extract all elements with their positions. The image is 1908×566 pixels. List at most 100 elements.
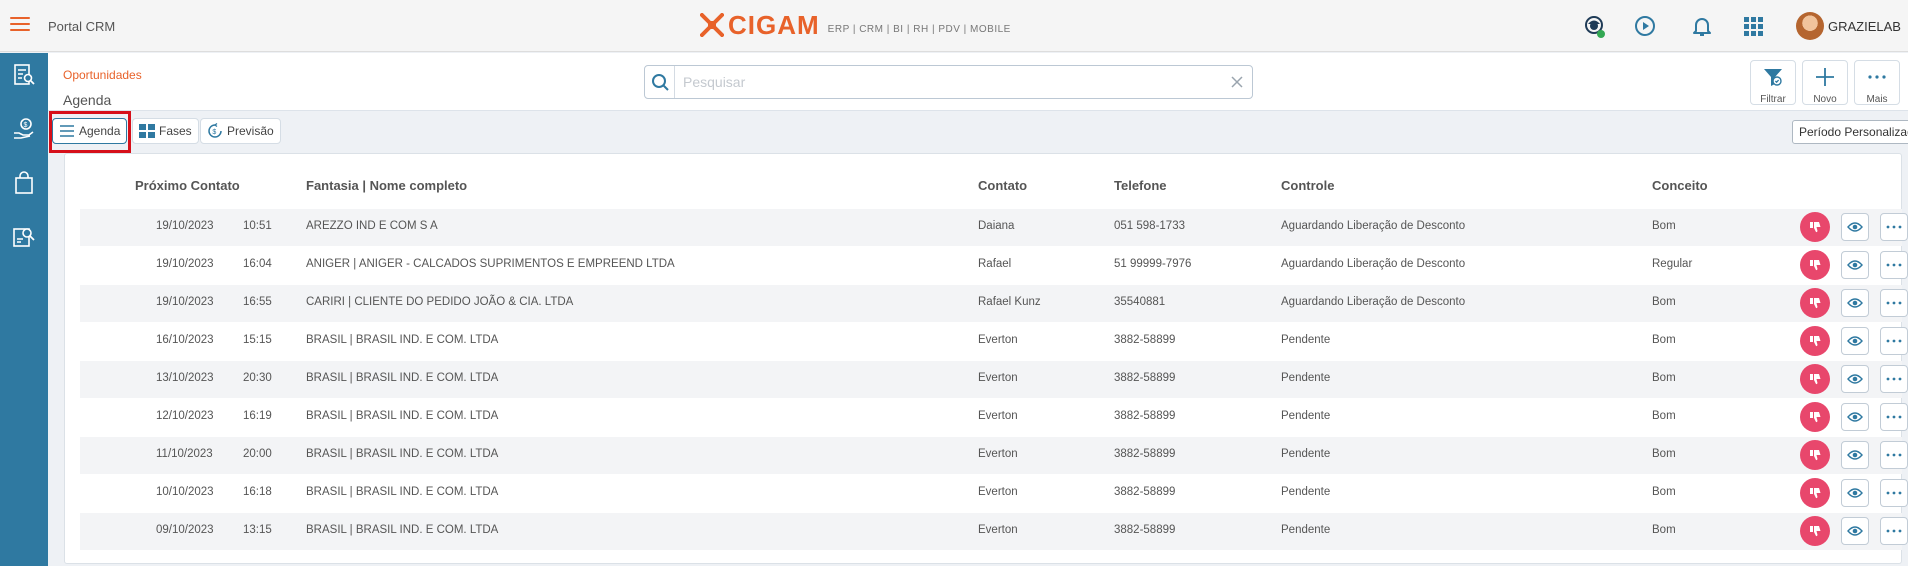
view-button[interactable] xyxy=(1841,289,1869,317)
cell-control: Pendente xyxy=(1281,524,1331,536)
view-button[interactable] xyxy=(1841,403,1869,431)
view-button[interactable] xyxy=(1841,479,1869,507)
search-input[interactable] xyxy=(683,72,1223,92)
eye-icon xyxy=(1847,450,1863,460)
more-icon xyxy=(1886,453,1902,457)
new-button[interactable]: Novo xyxy=(1802,60,1848,105)
table-row[interactable]: 19/10/2023 16:04 ANIGER | ANIGER - CALCADO… xyxy=(80,247,1908,284)
plus-icon xyxy=(1816,68,1834,86)
tab-agenda[interactable]: Agenda xyxy=(52,118,128,144)
table-row[interactable]: 11/10/2023 20:00 BRASIL | BRASIL IND. E CO… xyxy=(80,437,1908,474)
user-menu[interactable]: GRAZIELAB xyxy=(1796,12,1901,40)
menu-icon[interactable] xyxy=(10,17,30,33)
dislike-button[interactable] xyxy=(1800,326,1830,356)
apps-grid-icon[interactable] xyxy=(1741,14,1765,38)
cell-control: Pendente xyxy=(1281,334,1331,346)
column-header-concept[interactable]: Conceito xyxy=(1652,178,1708,193)
bell-icon[interactable] xyxy=(1690,14,1714,38)
table-row[interactable]: 19/10/2023 10:51 AREZZO IND E COM S A Daian… xyxy=(80,209,1908,246)
row-more-button[interactable] xyxy=(1880,365,1908,393)
cell-date: 16/10/2023 xyxy=(156,334,214,346)
cell-concept: Bom xyxy=(1652,334,1676,346)
tab-fases[interactable]: Fases xyxy=(132,118,199,144)
column-header-control[interactable]: Controle xyxy=(1281,178,1334,193)
cell-time: 16:19 xyxy=(243,410,272,422)
cell-name: AREZZO IND E COM S A xyxy=(306,220,438,232)
column-header-contact[interactable]: Contato xyxy=(978,178,1027,193)
shopping-bag-icon[interactable] xyxy=(12,171,36,195)
table-row[interactable]: 09/10/2023 13:15 BRASIL | BRASIL IND. E CO… xyxy=(80,513,1908,550)
column-header-name[interactable]: Fantasia | Nome completo xyxy=(306,178,467,193)
tab-previsao[interactable]: $ Previsão xyxy=(200,118,281,144)
row-more-button[interactable] xyxy=(1880,517,1908,545)
table-row[interactable]: 19/10/2023 16:55 CARIRI | CLIENTE DO PEDID… xyxy=(80,285,1908,322)
more-icon xyxy=(1886,491,1902,495)
cell-date: 19/10/2023 xyxy=(156,296,214,308)
cell-contact: Everton xyxy=(978,486,1018,498)
column-header-next-contact[interactable]: Próximo Contato xyxy=(135,178,240,193)
cell-time: 13:15 xyxy=(243,524,272,536)
breadcrumb[interactable]: Oportunidades xyxy=(63,68,142,82)
eye-icon xyxy=(1847,222,1863,232)
cell-date: 12/10/2023 xyxy=(156,410,214,422)
cell-name: ANIGER | ANIGER - CALCADOS SUPRIMENTOS E… xyxy=(306,258,675,270)
view-button[interactable] xyxy=(1841,441,1869,469)
dislike-button[interactable] xyxy=(1800,250,1830,280)
view-button[interactable] xyxy=(1841,213,1869,241)
search-box xyxy=(644,65,1253,99)
view-button[interactable] xyxy=(1841,517,1869,545)
dislike-button[interactable] xyxy=(1800,478,1830,508)
dislike-button[interactable] xyxy=(1800,288,1830,318)
cell-control: Pendente xyxy=(1281,448,1331,460)
table-row[interactable]: 13/10/2023 20:30 BRASIL | BRASIL IND. E CO… xyxy=(80,361,1908,398)
row-more-button[interactable] xyxy=(1880,441,1908,469)
column-header-phone[interactable]: Telefone xyxy=(1114,178,1167,193)
tab-fases-label: Fases xyxy=(159,124,192,138)
cell-control: Pendente xyxy=(1281,372,1331,384)
view-button[interactable] xyxy=(1841,327,1869,355)
play-icon[interactable] xyxy=(1633,14,1657,38)
row-more-button[interactable] xyxy=(1880,479,1908,507)
cell-contact: Everton xyxy=(978,334,1018,346)
row-more-button[interactable] xyxy=(1880,213,1908,241)
logo-subtitle: ERP | CRM | BI | RH | PDV | MOBILE xyxy=(827,24,1011,35)
cell-concept: Bom xyxy=(1652,448,1676,460)
thumbs-down-icon xyxy=(1810,222,1821,233)
cell-control: Aguardando Liberação de Desconto xyxy=(1281,258,1466,270)
new-label: Novo xyxy=(1813,94,1837,105)
row-more-button[interactable] xyxy=(1880,403,1908,431)
cell-contact: Everton xyxy=(978,524,1018,536)
money-hand-icon[interactable]: $ xyxy=(12,117,36,141)
dislike-button[interactable] xyxy=(1800,364,1830,394)
search-button[interactable] xyxy=(645,66,675,98)
logo-text: CIGAM xyxy=(728,10,820,40)
row-more-button[interactable] xyxy=(1880,251,1908,279)
table-row[interactable]: 12/10/2023 16:19 BRASIL | BRASIL IND. E CO… xyxy=(80,399,1908,436)
eye-icon xyxy=(1847,374,1863,384)
view-button[interactable] xyxy=(1841,251,1869,279)
more-icon xyxy=(1886,225,1902,229)
dislike-button[interactable] xyxy=(1800,516,1830,546)
row-more-button[interactable] xyxy=(1880,327,1908,355)
dislike-button[interactable] xyxy=(1800,212,1830,242)
view-button[interactable] xyxy=(1841,365,1869,393)
cell-concept: Bom xyxy=(1652,220,1676,232)
support-agent-icon[interactable] xyxy=(1582,14,1606,38)
table-row[interactable]: 16/10/2023 15:15 BRASIL | BRASIL IND. E CO… xyxy=(80,323,1908,360)
more-button[interactable]: Mais xyxy=(1854,60,1900,105)
row-more-button[interactable] xyxy=(1880,289,1908,317)
page-header: Oportunidades Agenda Filtrar Novo xyxy=(48,53,1908,111)
period-select[interactable]: Período Personalizado xyxy=(1792,120,1908,144)
document-search-icon[interactable] xyxy=(12,225,36,249)
dislike-button[interactable] xyxy=(1800,440,1830,470)
tab-previsao-label: Previsão xyxy=(227,124,274,138)
list-icon xyxy=(60,125,74,137)
filter-button[interactable]: Filtrar xyxy=(1750,60,1796,105)
dislike-button[interactable] xyxy=(1800,402,1830,432)
cell-concept: Bom xyxy=(1652,524,1676,536)
table-row[interactable]: 10/10/2023 16:18 BRASIL | BRASIL IND. E CO… xyxy=(80,475,1908,512)
close-icon[interactable] xyxy=(1230,75,1244,89)
more-icon xyxy=(1886,415,1902,419)
cell-concept: Bom xyxy=(1652,410,1676,422)
report-search-icon[interactable] xyxy=(12,63,36,87)
